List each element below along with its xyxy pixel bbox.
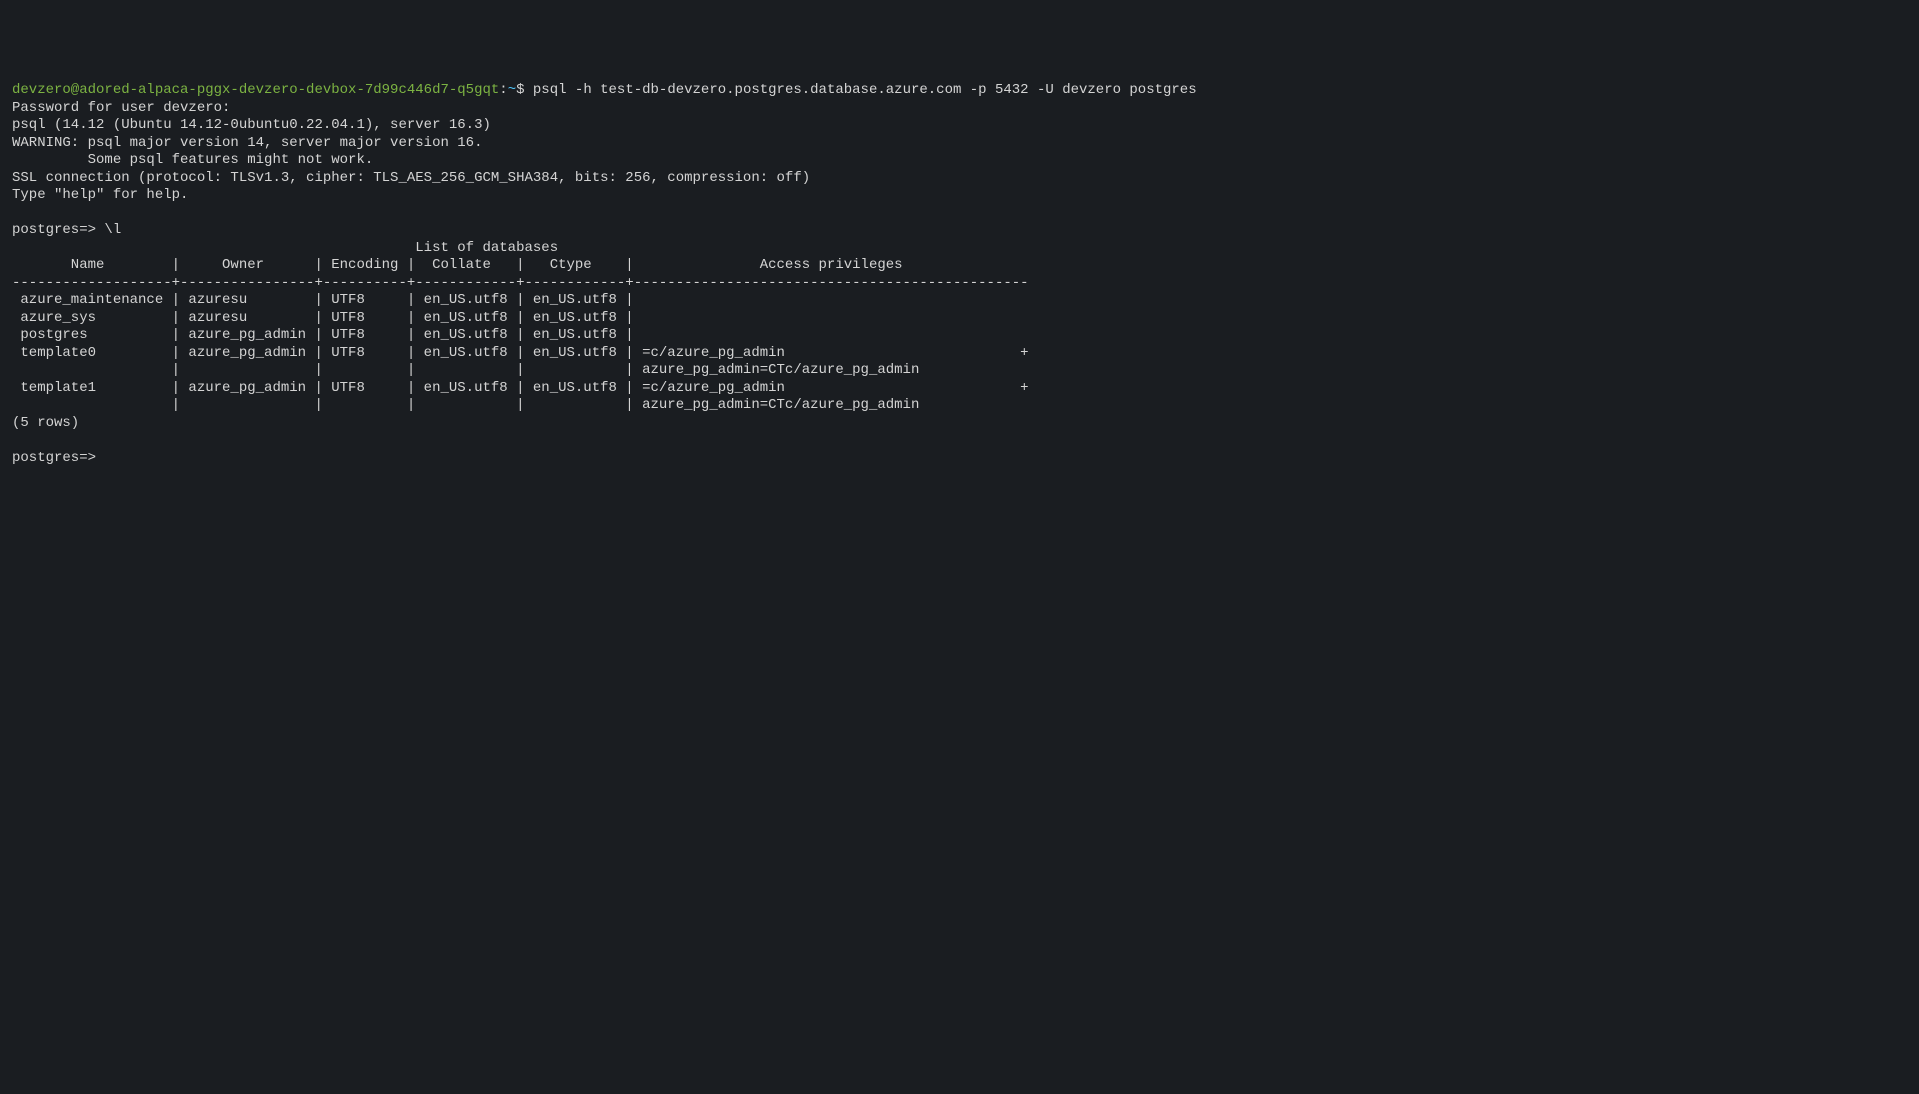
psql-prompt-2: postgres=> [12, 450, 104, 466]
table-row: azure_sys | azuresu | UTF8 | en_US.utf8 … [12, 310, 642, 326]
warning-line-1: WARNING: psql major version 14, server m… [12, 135, 482, 151]
row-count: (5 rows) [12, 415, 79, 431]
table-title: List of databases [12, 240, 558, 256]
terminal-output[interactable]: devzero@adored-alpaca-pggx-devzero-devbo… [12, 82, 1907, 467]
table-row: | | | | | azure_pg_admin=CTc/azure_pg_ad… [12, 362, 919, 378]
prompt-sep: : [499, 82, 507, 98]
prompt-dollar: $ [516, 82, 533, 98]
warning-line-2: Some psql features might not work. [12, 152, 373, 168]
command-text: psql -h test-db-devzero.postgres.databas… [533, 82, 1197, 98]
table-row: | | | | | azure_pg_admin=CTc/azure_pg_ad… [12, 397, 919, 413]
version-line: psql (14.12 (Ubuntu 14.12-0ubuntu0.22.04… [12, 117, 491, 133]
prompt-userhost: devzero@adored-alpaca-pggx-devzero-devbo… [12, 82, 499, 98]
prompt-path: ~ [508, 82, 516, 98]
psql-prompt-1: postgres=> \l [12, 222, 121, 238]
password-prompt: Password for user devzero: [12, 100, 239, 116]
table-row: template0 | azure_pg_admin | UTF8 | en_U… [12, 345, 1029, 361]
table-divider: -------------------+----------------+---… [12, 275, 1029, 291]
table-header: Name | Owner | Encoding | Collate | Ctyp… [12, 257, 1029, 273]
ssl-line: SSL connection (protocol: TLSv1.3, ciphe… [12, 170, 810, 186]
table-row: postgres | azure_pg_admin | UTF8 | en_US… [12, 327, 642, 343]
help-line: Type "help" for help. [12, 187, 188, 203]
table-row: azure_maintenance | azuresu | UTF8 | en_… [12, 292, 642, 308]
table-row: template1 | azure_pg_admin | UTF8 | en_U… [12, 380, 1029, 396]
